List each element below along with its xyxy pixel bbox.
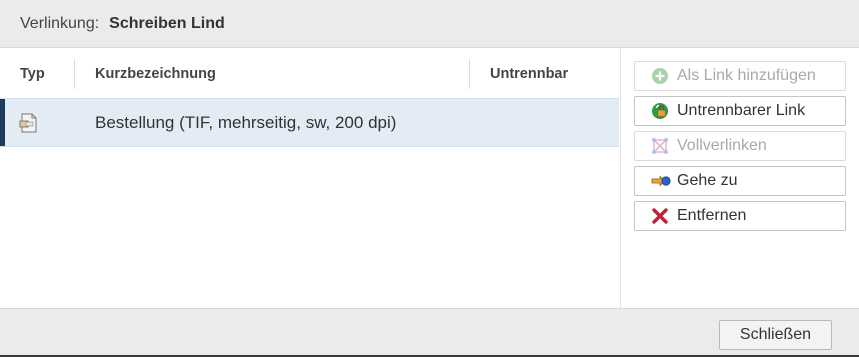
full-link-icon: [651, 137, 669, 155]
column-separator[interactable]: [469, 59, 470, 89]
selection-indicator: [0, 99, 5, 146]
table-row[interactable]: Bestellung (TIF, mehrseitig, sw, 200 dpi…: [0, 98, 619, 147]
goto-label: Gehe zu: [677, 172, 738, 189]
dialog-footer: Schließen: [0, 308, 859, 357]
remove-icon: [651, 207, 669, 225]
links-table: Typ Kurzbezeichnung Untrennbar Bestellun…: [0, 49, 620, 308]
row-kurzbezeichnung: Bestellung (TIF, mehrseitig, sw, 200 dpi…: [95, 112, 397, 132]
remove-label: Entfernen: [677, 207, 747, 224]
link-label: Verlinkung:: [20, 14, 100, 32]
close-button[interactable]: Schließen: [719, 320, 832, 350]
column-header-kurzbezeichnung[interactable]: Kurzbezeichnung: [95, 49, 216, 98]
add-link-icon: [651, 67, 669, 85]
inseparable-link-label: Untrennbarer Link: [677, 102, 806, 119]
goto-button[interactable]: Gehe zu: [634, 166, 846, 196]
document-icon: [19, 113, 41, 133]
column-header-typ[interactable]: Typ: [20, 49, 45, 98]
add-link-label: Als Link hinzufügen: [677, 67, 816, 84]
add-link-button[interactable]: Als Link hinzufügen: [634, 61, 846, 91]
table-header: Typ Kurzbezeichnung Untrennbar: [0, 49, 620, 98]
goto-icon: [651, 172, 671, 190]
full-link-label: Vollverlinken: [677, 137, 767, 154]
dialog-header: Verlinkung: Schreiben Lind: [0, 0, 859, 48]
inseparable-link-icon: [651, 102, 669, 120]
panel-divider: [620, 49, 621, 308]
action-panel: Als Link hinzufügen Untrennbarer Link Vo…: [634, 61, 846, 236]
full-link-button[interactable]: Vollverlinken: [634, 131, 846, 161]
column-header-untrennbar[interactable]: Untrennbar: [490, 49, 568, 98]
inseparable-link-button[interactable]: Untrennbarer Link: [634, 96, 846, 126]
column-separator[interactable]: [74, 59, 75, 89]
remove-button[interactable]: Entfernen: [634, 201, 846, 231]
document-name: Schreiben Lind: [109, 14, 225, 32]
